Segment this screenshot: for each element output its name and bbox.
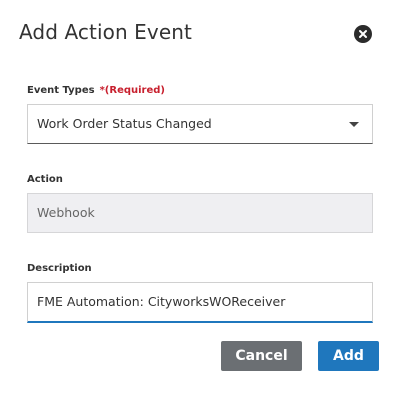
cancel-button[interactable]: Cancel xyxy=(221,341,302,371)
close-icon[interactable] xyxy=(354,25,372,43)
event-types-label: Event Types *(Required) xyxy=(27,85,165,96)
action-value: Webhook xyxy=(37,205,95,220)
event-types-label-text: Event Types xyxy=(27,85,95,96)
event-types-select[interactable]: Work Order Status Changed xyxy=(27,104,373,144)
add-action-event-dialog: Add Action Event Event Types *(Required) … xyxy=(0,0,398,394)
action-label: Action xyxy=(27,174,63,185)
description-input[interactable]: FME Automation: CityworksWOReceiver xyxy=(27,282,373,323)
required-indicator: *(Required) xyxy=(99,85,165,96)
event-types-selected-value: Work Order Status Changed xyxy=(37,116,212,131)
chevron-down-icon[interactable] xyxy=(349,122,359,127)
dialog-title: Add Action Event xyxy=(19,20,192,44)
description-label: Description xyxy=(27,263,92,274)
add-button[interactable]: Add xyxy=(318,341,379,371)
action-field: Webhook xyxy=(27,193,373,233)
description-value: FME Automation: CityworksWOReceiver xyxy=(37,294,286,309)
